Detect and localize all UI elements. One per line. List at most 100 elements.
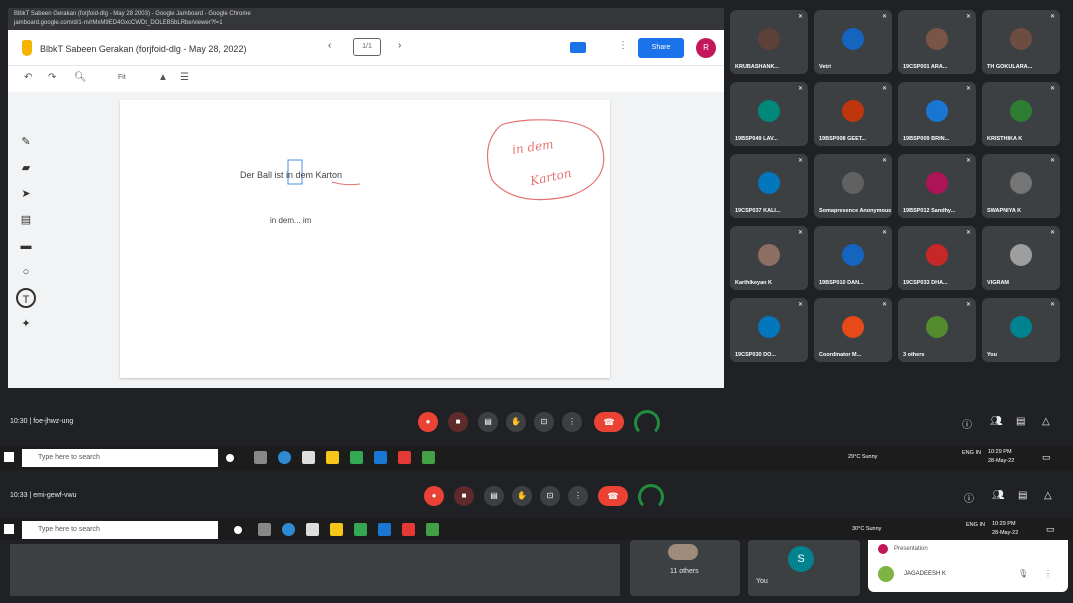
mic-off-icon[interactable]: ● [418, 412, 438, 432]
captions-icon[interactable]: ▤ [484, 486, 504, 506]
app-icon[interactable] [374, 451, 387, 464]
clock-date[interactable]: 28-May-22 [992, 530, 1018, 536]
taskbar-search[interactable]: Type here to search [22, 521, 218, 539]
clock-time[interactable]: 10:29 PM [988, 449, 1012, 455]
participant-tile[interactable]: ✕ 19CSP001 ARA... [898, 10, 976, 74]
store-icon[interactable] [306, 523, 319, 536]
chat-icon[interactable]: ▤ [1018, 490, 1027, 501]
others-tile[interactable]: 11 others [630, 540, 740, 596]
prev-frame-button[interactable]: ‹ [328, 40, 331, 51]
participant-tile[interactable]: ✕ Karthikeyan K [730, 226, 808, 290]
participant-tile[interactable]: ✕ 19CSP033 DHA... [898, 226, 976, 290]
zoom-select[interactable]: Fit [118, 74, 126, 81]
pdf-icon[interactable] [402, 523, 415, 536]
url-field[interactable]: jamboard.google.com/d/1-m/rMxM9ED4GxcCWD… [14, 19, 718, 28]
shape-icon[interactable]: ○ [16, 262, 36, 282]
participant-tile[interactable]: ✕ 3 others [898, 298, 976, 362]
participant-tile[interactable]: ✕ 19CSP030 DO... [730, 298, 808, 362]
language-indicator[interactable]: ENG IN [966, 522, 985, 528]
participant-tile[interactable]: ✕ 19BSP008 GEET... [814, 82, 892, 146]
participant-tile[interactable]: ✕ VIGRAM [982, 226, 1060, 290]
present-icon[interactable]: ⊡ [534, 412, 554, 432]
eraser-icon[interactable]: ▰ [16, 158, 36, 178]
store-icon[interactable] [302, 451, 315, 464]
cortana-icon[interactable] [234, 526, 242, 534]
end-call-button[interactable]: ☎ [598, 486, 628, 506]
next-frame-button[interactable]: › [398, 40, 401, 51]
image-icon[interactable]: ▬ [16, 236, 36, 256]
participant-tile[interactable]: ✕ SWAPNIYA K [982, 154, 1060, 218]
set-background-icon[interactable]: ▲ [158, 72, 168, 83]
people-icon[interactable]: 👥︎ [992, 490, 1005, 501]
mic-off-icon[interactable]: ● [424, 486, 444, 506]
more-options-icon[interactable]: ⋮ [1044, 569, 1052, 578]
weather-widget[interactable]: 30°C Sunny [852, 526, 881, 532]
camera-icon[interactable]: ■ [448, 412, 468, 432]
meet-present-icon[interactable] [570, 42, 586, 53]
task-view-icon[interactable] [258, 523, 271, 536]
frame-indicator[interactable]: 1/1 [353, 38, 381, 56]
edge-icon[interactable] [282, 523, 295, 536]
jamboard-canvas[interactable]: Der Ball ist in dem Karton in dem... im … [120, 100, 610, 378]
participant-tile[interactable]: ✕ TH GOKULARA... [982, 10, 1060, 74]
paint-icon[interactable] [426, 523, 439, 536]
activities-icon[interactable]: △ [1042, 416, 1050, 427]
select-icon[interactable]: ➤ [16, 184, 36, 204]
pdf-icon[interactable] [398, 451, 411, 464]
undo-icon[interactable]: ↶ [24, 72, 32, 83]
participant-tile[interactable]: ✕ Coordinator M... [814, 298, 892, 362]
cortana-icon[interactable] [226, 454, 234, 462]
chrome-icon[interactable] [350, 451, 363, 464]
taskbar-search[interactable]: Type here to search [22, 449, 218, 467]
sticky-note-icon[interactable]: ▤ [16, 210, 36, 230]
explorer-icon[interactable] [326, 451, 339, 464]
app-icon[interactable] [378, 523, 391, 536]
doc-title[interactable]: BlbkT Sabeen Gerakan (forjfoid-dlg - May… [40, 44, 246, 54]
notification-icon[interactable]: ▭ [1042, 452, 1051, 463]
participant-tile[interactable]: ✕ Somapresence Anonymous Sandhy... [814, 154, 892, 218]
paint-icon[interactable] [422, 451, 435, 464]
participant-tile[interactable]: ✕ 19BSP012 Sandhy... [898, 154, 976, 218]
edge-icon[interactable] [278, 451, 291, 464]
weather-widget[interactable]: 29°C Sunny [848, 454, 877, 460]
explorer-icon[interactable] [330, 523, 343, 536]
participant-tile[interactable]: ✕ KRISTHIKA K [982, 82, 1060, 146]
end-call-button[interactable]: ☎ [594, 412, 624, 432]
zoom-icon[interactable]: 🔍︎ [74, 72, 87, 83]
mic-off-icon[interactable]: 🎙︎ [1018, 569, 1028, 578]
info-icon[interactable]: ⓘ [962, 416, 972, 431]
camera-icon[interactable]: ■ [454, 486, 474, 506]
clear-frame-icon[interactable]: ☰ [180, 72, 189, 83]
more-options-icon[interactable]: ⋮ [568, 486, 588, 506]
redo-icon[interactable]: ↷ [48, 72, 56, 83]
participant-tile[interactable]: ✕ 19BSP010 DAN... [814, 226, 892, 290]
notification-icon[interactable]: ▭ [1046, 524, 1055, 535]
info-icon[interactable]: ⓘ [964, 490, 974, 505]
activities-icon[interactable]: △ [1044, 490, 1052, 501]
raise-hand-icon[interactable]: ✋ [506, 412, 526, 432]
chrome-icon[interactable] [354, 523, 367, 536]
task-view-icon[interactable] [254, 451, 267, 464]
captions-icon[interactable]: ▤ [478, 412, 498, 432]
participant-tile[interactable]: ✕ Vetri [814, 10, 892, 74]
windows-start-icon[interactable] [4, 452, 14, 462]
language-indicator[interactable]: ENG IN [962, 450, 981, 456]
participant-tile[interactable]: ✕ You [982, 298, 1060, 362]
more-options-icon[interactable]: ⋮ [618, 40, 628, 51]
present-icon[interactable]: ⊡ [540, 486, 560, 506]
more-options-icon[interactable]: ⋮ [562, 412, 582, 432]
textbox-icon[interactable]: T [16, 288, 36, 308]
raise-hand-icon[interactable]: ✋ [512, 486, 532, 506]
participant-tile[interactable]: ✕ KRUBASHANK... [730, 10, 808, 74]
account-avatar[interactable]: R [696, 38, 716, 58]
participant-tile[interactable]: ✕ 19CSP037 KALI... [730, 154, 808, 218]
laser-icon[interactable]: ✦ [16, 314, 36, 334]
people-icon[interactable]: 👥︎ [990, 416, 1003, 427]
clock-time[interactable]: 10:29 PM [992, 521, 1016, 527]
share-button[interactable]: Share [638, 38, 684, 58]
participant-tile[interactable]: ✕ 19BSP009 BRIN... [898, 82, 976, 146]
clock-date[interactable]: 28-May-22 [988, 458, 1014, 464]
chat-icon[interactable]: ▤ [1016, 416, 1025, 427]
participant-tile[interactable]: ✕ 19BSP049 LAV... [730, 82, 808, 146]
pen-icon[interactable]: ✎ [16, 132, 36, 152]
